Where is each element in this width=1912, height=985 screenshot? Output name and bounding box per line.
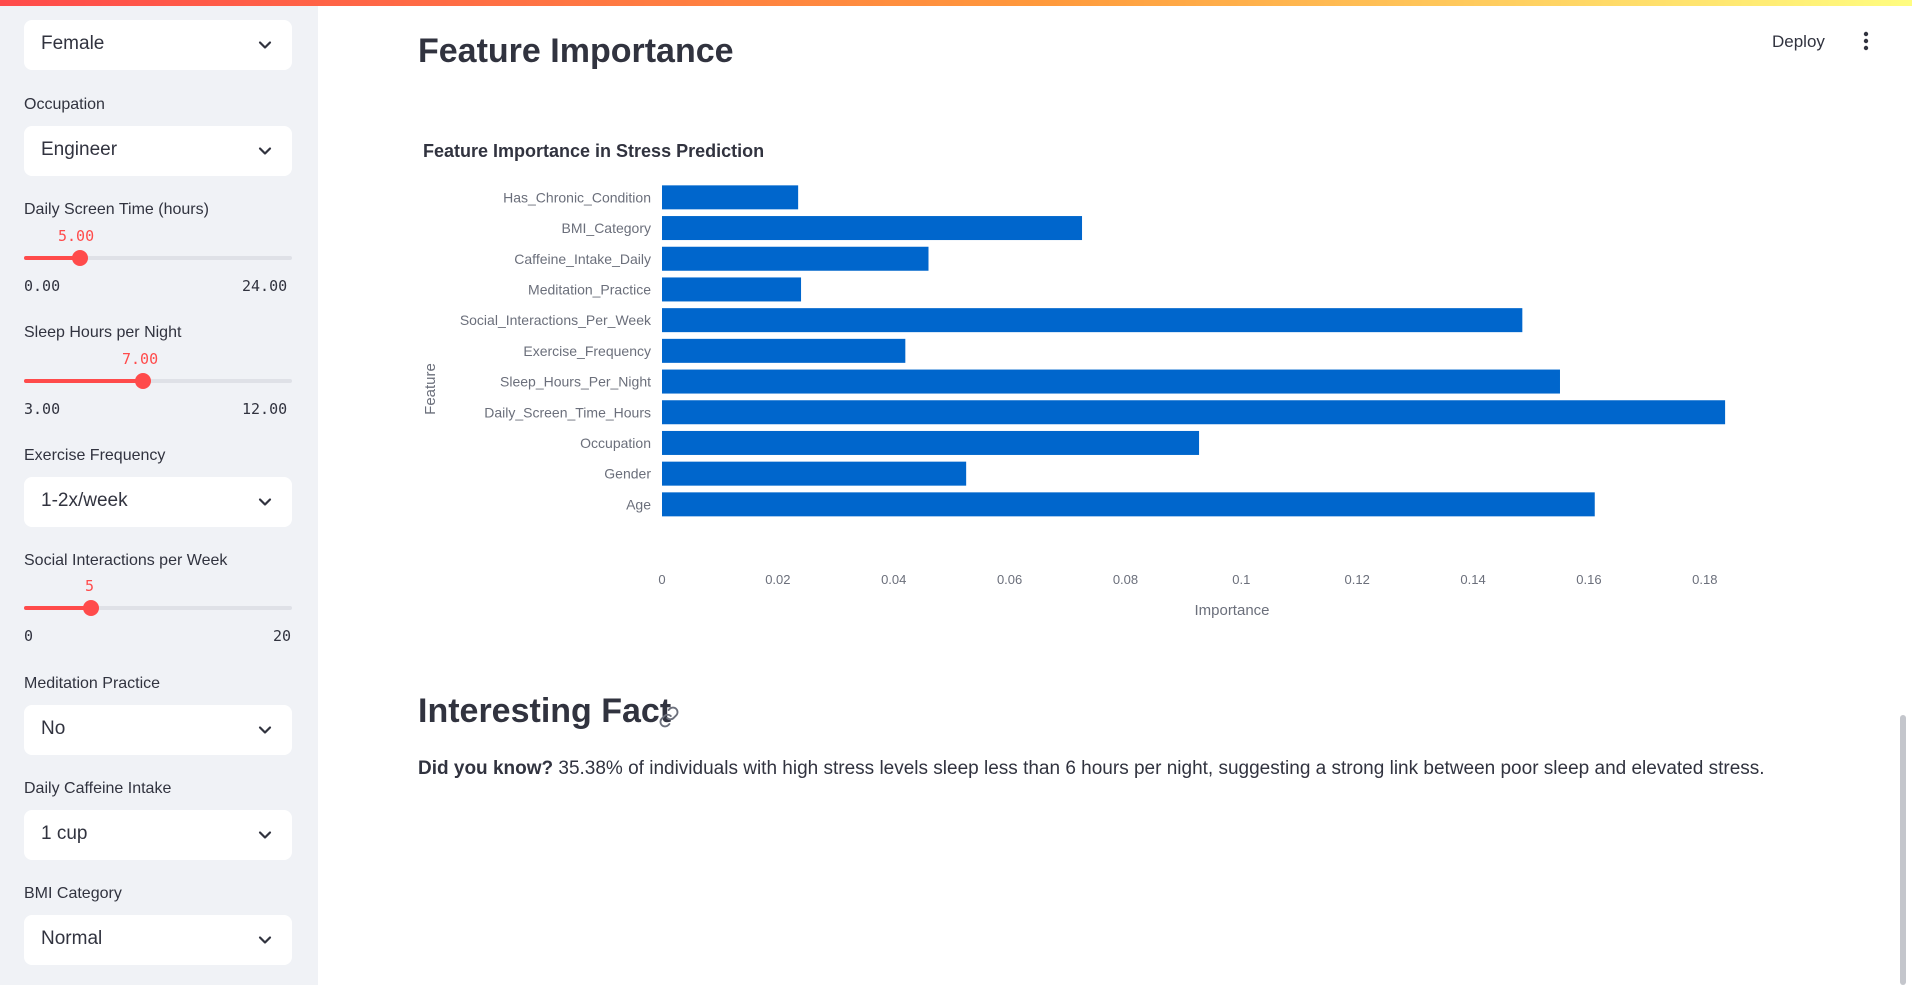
sleep-hours-max: 12.00 bbox=[242, 400, 288, 418]
x-tick-label: 0.14 bbox=[1460, 572, 1485, 587]
x-tick-label: 0.16 bbox=[1576, 572, 1601, 587]
bar[interactable] bbox=[662, 216, 1083, 241]
screen-time-value: 5.00 bbox=[58, 227, 95, 245]
bar[interactable] bbox=[662, 369, 1560, 394]
y-tick-label: Age bbox=[626, 496, 651, 512]
y-axis-label: Feature bbox=[422, 363, 439, 415]
y-tick-label: BMI_Category bbox=[562, 220, 651, 236]
fact-lead: Did you know? bbox=[418, 758, 554, 779]
sleep-hours-label: Sleep Hours per Night bbox=[24, 324, 182, 341]
bmi-select-value: Normal bbox=[41, 928, 103, 949]
x-tick-label: 0.08 bbox=[1113, 572, 1138, 587]
bar[interactable] bbox=[662, 492, 1595, 517]
sleep-hours-min: 3.00 bbox=[24, 400, 61, 418]
fact-paragraph: Did you know? 35.38% of individuals with… bbox=[418, 758, 1765, 780]
screen-time-min: 0.00 bbox=[24, 277, 61, 295]
bar[interactable] bbox=[662, 246, 929, 271]
social-min: 0 bbox=[24, 627, 34, 645]
social-max: 20 bbox=[273, 627, 292, 645]
link-icon[interactable] bbox=[658, 706, 680, 728]
social-slider-thumb[interactable] bbox=[83, 600, 99, 616]
chart-svg: Feature Importance in Stress Prediction … bbox=[422, 141, 1726, 619]
bar[interactable] bbox=[662, 400, 1726, 425]
bar[interactable] bbox=[662, 277, 802, 302]
social-value: 5 bbox=[85, 577, 95, 595]
sidebar: Female Occupation Engineer Daily Screen … bbox=[0, 0, 318, 985]
y-tick-label: Daily_Screen_Time_Hours bbox=[484, 404, 651, 420]
social-label: Social Interactions per Week bbox=[24, 552, 228, 569]
y-tick-label: Sleep_Hours_Per_Night bbox=[500, 374, 651, 390]
deploy-button[interactable]: Deploy bbox=[1772, 32, 1825, 52]
bars-group: Has_Chronic_Condition BMI_Category Caffein… bbox=[460, 185, 1726, 587]
x-tick-label: 0.1 bbox=[1232, 572, 1250, 587]
fact-text: 35.38% of individuals with high stress l… bbox=[553, 758, 1765, 779]
page-title: Feature Importance bbox=[418, 32, 734, 70]
meditation-select-value: No bbox=[41, 718, 66, 739]
sleep-hours-value: 7.00 bbox=[122, 350, 159, 368]
y-tick-label: Meditation_Practice bbox=[528, 281, 651, 297]
gender-select[interactable]: Female bbox=[24, 20, 292, 70]
caffeine-select-value: 1 cup bbox=[41, 823, 88, 844]
caffeine-label: Daily Caffeine Intake bbox=[24, 780, 172, 797]
exercise-label: Exercise Frequency bbox=[24, 447, 166, 464]
bar[interactable] bbox=[662, 338, 906, 363]
x-tick-label: 0.02 bbox=[765, 572, 790, 587]
screen-time-label: Daily Screen Time (hours) bbox=[24, 201, 209, 218]
bar[interactable] bbox=[662, 185, 799, 210]
occupation-label: Occupation bbox=[24, 96, 105, 113]
x-tick-label: 0.18 bbox=[1692, 572, 1717, 587]
caffeine-select[interactable]: 1 cup bbox=[24, 810, 292, 860]
gender-select-value: Female bbox=[41, 33, 105, 54]
chevron-down-icon bbox=[258, 41, 272, 49]
bar[interactable] bbox=[662, 308, 1523, 333]
x-tick-label: 0.04 bbox=[881, 572, 906, 587]
social-slider[interactable] bbox=[24, 600, 292, 616]
bar[interactable] bbox=[662, 430, 1200, 455]
x-tick-label: 0.06 bbox=[997, 572, 1022, 587]
y-tick-label: Gender bbox=[604, 466, 651, 482]
screen-time-max: 24.00 bbox=[242, 277, 288, 295]
sleep-hours-slider-thumb[interactable] bbox=[135, 373, 152, 389]
y-tick-label: Exercise_Frequency bbox=[523, 343, 651, 359]
chevron-down-icon bbox=[258, 147, 272, 155]
exercise-select-value: 1-2x/week bbox=[41, 490, 128, 511]
chart-title: Feature Importance in Stress Prediction bbox=[423, 141, 764, 161]
x-axis-label: Importance bbox=[1194, 602, 1269, 619]
feature-importance-chart: Feature Importance in Stress Prediction … bbox=[414, 130, 1754, 630]
occupation-select[interactable]: Engineer bbox=[24, 126, 292, 176]
bmi-select[interactable]: Normal bbox=[24, 915, 292, 965]
x-tick-label: 0.12 bbox=[1345, 572, 1370, 587]
section-title: Interesting Fact bbox=[418, 692, 672, 730]
bar[interactable] bbox=[662, 461, 967, 486]
occupation-select-value: Engineer bbox=[41, 139, 118, 160]
y-tick-label: Caffeine_Intake_Daily bbox=[514, 251, 651, 267]
exercise-select[interactable]: 1-2x/week bbox=[24, 477, 292, 527]
meditation-label: Meditation Practice bbox=[24, 675, 161, 692]
more-menu-icon[interactable] bbox=[1860, 30, 1872, 52]
screen-time-slider[interactable] bbox=[24, 250, 292, 266]
y-tick-label: Has_Chronic_Condition bbox=[503, 189, 651, 205]
y-tick-label: Occupation bbox=[580, 435, 651, 451]
chevron-down-icon bbox=[258, 726, 272, 734]
screen-time-slider-thumb[interactable] bbox=[71, 250, 88, 266]
sleep-hours-slider[interactable] bbox=[24, 373, 292, 389]
x-tick-label: 0 bbox=[658, 572, 665, 587]
main-scrollbar[interactable] bbox=[1900, 715, 1906, 985]
chevron-down-icon bbox=[258, 936, 272, 944]
chevron-down-icon bbox=[258, 498, 272, 506]
bmi-label: BMI Category bbox=[24, 885, 122, 902]
top-decoration-bar bbox=[0, 0, 1912, 6]
y-tick-label: Social_Interactions_Per_Week bbox=[460, 312, 652, 328]
social-slider-fill bbox=[24, 606, 91, 610]
sleep-hours-slider-fill bbox=[24, 379, 144, 383]
chevron-down-icon bbox=[258, 831, 272, 839]
meditation-select[interactable]: No bbox=[24, 705, 292, 755]
